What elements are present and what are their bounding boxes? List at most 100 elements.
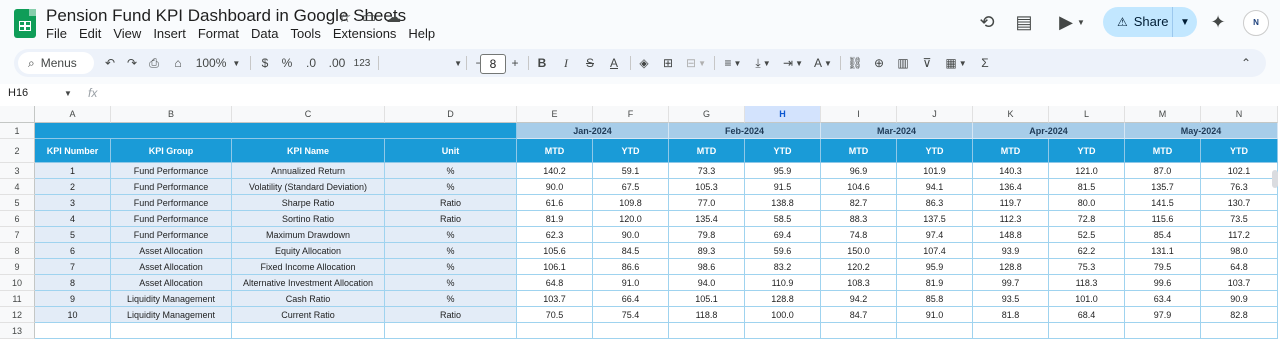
- kpi-info-cell[interactable]: Volatility (Standard Deviation): [232, 179, 385, 195]
- row-header-3[interactable]: 3: [0, 163, 35, 179]
- menu-data[interactable]: Data: [245, 26, 284, 41]
- column-header-j[interactable]: J: [897, 106, 973, 123]
- strikethrough-button[interactable]: S: [582, 49, 598, 77]
- kpi-value-cell[interactable]: 58.5: [745, 211, 821, 227]
- cloud-saved-icon[interactable]: ☁: [386, 8, 401, 26]
- sub-header-cell[interactable]: MTD: [517, 139, 593, 163]
- kpi-value-cell[interactable]: 76.3: [1201, 179, 1278, 195]
- name-box[interactable]: H16: [8, 87, 28, 99]
- empty-cell[interactable]: [745, 323, 821, 339]
- kpi-info-cell[interactable]: %: [385, 163, 517, 179]
- kpi-value-cell[interactable]: 110.9: [745, 275, 821, 291]
- kpi-info-cell[interactable]: Maximum Drawdown: [232, 227, 385, 243]
- document-title[interactable]: Pension Fund KPI Dashboard in Google She…: [46, 6, 406, 26]
- kpi-info-cell[interactable]: Current Ratio: [232, 307, 385, 323]
- kpi-info-cell[interactable]: Fund Performance: [111, 227, 232, 243]
- kpi-value-cell[interactable]: 98.0: [1201, 243, 1278, 259]
- kpi-info-cell[interactable]: Fund Performance: [111, 163, 232, 179]
- kpi-value-cell[interactable]: 99.6: [1125, 275, 1201, 291]
- font-family-select[interactable]: ▼: [382, 49, 462, 77]
- kpi-info-cell[interactable]: Asset Allocation: [111, 275, 232, 291]
- kpi-value-cell[interactable]: 85.8: [897, 291, 973, 307]
- version-history-icon[interactable]: ⟲: [974, 9, 1000, 35]
- column-header-k[interactable]: K: [973, 106, 1049, 123]
- select-all-corner[interactable]: [0, 106, 35, 123]
- column-title-cell[interactable]: KPI Name: [232, 139, 385, 163]
- kpi-info-cell[interactable]: %: [385, 179, 517, 195]
- kpi-value-cell[interactable]: 140.3: [973, 163, 1049, 179]
- percent-button[interactable]: %: [280, 49, 294, 77]
- kpi-value-cell[interactable]: 81.8: [973, 307, 1049, 323]
- row-header-12[interactable]: 12: [0, 307, 35, 323]
- kpi-value-cell[interactable]: 108.3: [821, 275, 897, 291]
- italic-button[interactable]: I: [558, 49, 574, 77]
- move-folder-icon[interactable]: ▭: [362, 8, 376, 26]
- sub-header-cell[interactable]: MTD: [973, 139, 1049, 163]
- chevron-down-icon[interactable]: ▼: [64, 89, 72, 98]
- column-header-m[interactable]: M: [1125, 106, 1201, 123]
- kpi-info-cell[interactable]: 4: [35, 211, 111, 227]
- column-header-l[interactable]: L: [1049, 106, 1125, 123]
- kpi-value-cell[interactable]: 99.7: [973, 275, 1049, 291]
- kpi-value-cell[interactable]: 81.9: [897, 275, 973, 291]
- kpi-info-cell[interactable]: 6: [35, 243, 111, 259]
- kpi-info-cell[interactable]: 10: [35, 307, 111, 323]
- kpi-value-cell[interactable]: 85.4: [1125, 227, 1201, 243]
- filter-icon[interactable]: ⊽: [918, 49, 936, 77]
- kpi-info-cell[interactable]: Ratio: [385, 307, 517, 323]
- kpi-value-cell[interactable]: 79.5: [1125, 259, 1201, 275]
- kpi-value-cell[interactable]: 121.0: [1049, 163, 1125, 179]
- kpi-info-cell[interactable]: Annualized Return: [232, 163, 385, 179]
- kpi-value-cell[interactable]: 135.7: [1125, 179, 1201, 195]
- empty-cell[interactable]: [517, 323, 593, 339]
- kpi-info-cell[interactable]: %: [385, 291, 517, 307]
- share-button[interactable]: ⚠ Share ▼: [1103, 7, 1197, 37]
- row-header-7[interactable]: 7: [0, 227, 35, 243]
- kpi-info-cell[interactable]: Cash Ratio: [232, 291, 385, 307]
- kpi-value-cell[interactable]: 120.0: [593, 211, 669, 227]
- column-header-e[interactable]: E: [517, 106, 593, 123]
- row-header-6[interactable]: 6: [0, 211, 35, 227]
- spreadsheet-grid[interactable]: A B C D E F G H I J K L M N 1 2 3 4 5 6 7 8 9 10 11 12 13 Jan-2024 F…: [0, 106, 1280, 342]
- month-header[interactable]: Apr-2024: [973, 123, 1125, 139]
- merge-cells-icon[interactable]: ⊟ ▼: [682, 49, 710, 77]
- month-header[interactable]: Mar-2024: [821, 123, 973, 139]
- kpi-value-cell[interactable]: 103.7: [1201, 275, 1278, 291]
- kpi-info-cell[interactable]: 2: [35, 179, 111, 195]
- star-icon[interactable]: ☆: [338, 8, 351, 26]
- kpi-value-cell[interactable]: 81.9: [517, 211, 593, 227]
- kpi-value-cell[interactable]: 90.0: [593, 227, 669, 243]
- column-header-g[interactable]: G: [669, 106, 745, 123]
- kpi-value-cell[interactable]: 141.5: [1125, 195, 1201, 211]
- kpi-value-cell[interactable]: 93.5: [973, 291, 1049, 307]
- kpi-info-cell[interactable]: %: [385, 243, 517, 259]
- sub-header-cell[interactable]: YTD: [1201, 139, 1278, 163]
- kpi-value-cell[interactable]: 131.1: [1125, 243, 1201, 259]
- kpi-value-cell[interactable]: 91.0: [897, 307, 973, 323]
- menu-extensions[interactable]: Extensions: [327, 26, 403, 41]
- text-wrap-icon[interactable]: ⇥ ▼: [780, 49, 806, 77]
- kpi-value-cell[interactable]: 90.9: [1201, 291, 1278, 307]
- kpi-value-cell[interactable]: 89.3: [669, 243, 745, 259]
- functions-button[interactable]: Σ: [976, 49, 994, 77]
- font-size-input[interactable]: 8: [480, 54, 506, 74]
- collapse-toolbar-icon[interactable]: ⌃: [1236, 49, 1256, 77]
- kpi-value-cell[interactable]: 62.2: [1049, 243, 1125, 259]
- horizontal-align-icon[interactable]: ≡ ▼: [720, 49, 746, 77]
- kpi-value-cell[interactable]: 148.8: [973, 227, 1049, 243]
- kpi-value-cell[interactable]: 67.5: [593, 179, 669, 195]
- row-header-1[interactable]: 1: [0, 123, 35, 139]
- menu-help[interactable]: Help: [402, 26, 441, 41]
- kpi-value-cell[interactable]: 61.6: [517, 195, 593, 211]
- kpi-info-cell[interactable]: %: [385, 275, 517, 291]
- insert-comment-icon[interactable]: ⊕: [870, 49, 888, 77]
- kpi-info-cell[interactable]: Ratio: [385, 211, 517, 227]
- month-header[interactable]: Feb-2024: [669, 123, 821, 139]
- kpi-value-cell[interactable]: 88.3: [821, 211, 897, 227]
- kpi-value-cell[interactable]: 105.3: [669, 179, 745, 195]
- kpi-value-cell[interactable]: 75.3: [1049, 259, 1125, 275]
- month-header[interactable]: Jan-2024: [517, 123, 669, 139]
- sub-header-cell[interactable]: YTD: [593, 139, 669, 163]
- column-header-a[interactable]: A: [35, 106, 111, 123]
- kpi-value-cell[interactable]: 119.7: [973, 195, 1049, 211]
